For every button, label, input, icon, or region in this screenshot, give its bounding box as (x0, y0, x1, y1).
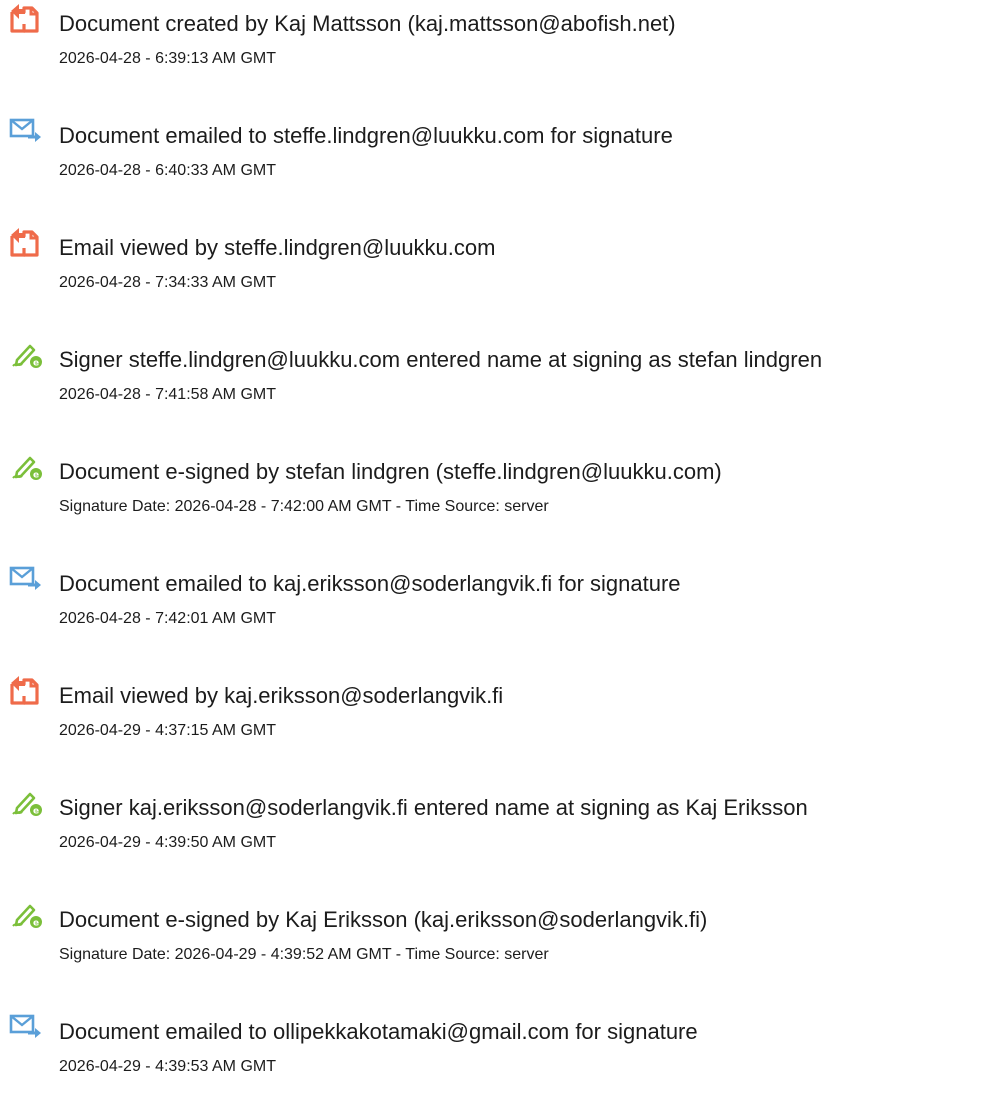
event-timestamp: 2026-04-28 - 7:34:33 AM GMT (59, 274, 276, 291)
event-timestamp: Signature Date: 2026-04-28 - 7:42:00 AM … (59, 498, 549, 515)
audit-event: e Document e-signed by stefan lindgren (… (0, 448, 983, 538)
audit-event: e Signer steffe.lindgren@luukku.com ente… (0, 336, 983, 426)
event-title: Document e-signed by stefan lindgren (st… (59, 459, 722, 484)
document-viewed-icon (8, 224, 44, 258)
event-title: Document emailed to steffe.lindgren@luuk… (59, 123, 673, 148)
esign-pen-icon: e (8, 448, 44, 482)
audit-event: Document created by Kaj Mattsson (kaj.ma… (0, 0, 983, 90)
svg-text:e: e (33, 919, 39, 929)
svg-text:e: e (33, 359, 39, 369)
esign-pen-icon: e (8, 896, 44, 930)
event-title: Signer kaj.eriksson@soderlangvik.fi ente… (59, 795, 808, 820)
event-timestamp: 2026-04-28 - 7:42:01 AM GMT (59, 610, 276, 627)
document-created-icon (8, 0, 44, 34)
event-timestamp: 2026-04-28 - 7:41:58 AM GMT (59, 386, 276, 403)
svg-text:e: e (33, 471, 39, 481)
event-title: Email viewed by steffe.lindgren@luukku.c… (59, 235, 496, 260)
event-title: Email viewed by kaj.eriksson@soderlangvi… (59, 683, 504, 708)
event-title: Document emailed to ollipekkakotamaki@gm… (59, 1019, 698, 1044)
audit-event: Email viewed by steffe.lindgren@luukku.c… (0, 224, 983, 314)
audit-trail: Document created by Kaj Mattsson (kaj.ma… (0, 0, 983, 1107)
document-emailed-icon (8, 1008, 44, 1042)
event-timestamp: 2026-04-29 - 4:37:15 AM GMT (59, 722, 276, 739)
document-emailed-icon (8, 112, 44, 146)
event-timestamp: Signature Date: 2026-04-29 - 4:39:52 AM … (59, 946, 549, 963)
svg-text:e: e (33, 807, 39, 817)
event-title: Document e-signed by Kaj Eriksson (kaj.e… (59, 907, 708, 932)
event-title: Document emailed to kaj.eriksson@soderla… (59, 571, 681, 596)
audit-event: Document emailed to ollipekkakotamaki@gm… (0, 1008, 983, 1098)
audit-event: e Signer kaj.eriksson@soderlangvik.fi en… (0, 784, 983, 874)
esign-pen-icon: e (8, 784, 44, 818)
event-title: Document created by Kaj Mattsson (kaj.ma… (59, 11, 676, 36)
event-timestamp: 2026-04-28 - 6:40:33 AM GMT (59, 162, 276, 179)
audit-event: e Document e-signed by Kaj Eriksson (kaj… (0, 896, 983, 986)
event-timestamp: 2026-04-28 - 6:39:13 AM GMT (59, 50, 276, 67)
event-timestamp: 2026-04-29 - 4:39:53 AM GMT (59, 1058, 276, 1075)
audit-event: Document emailed to steffe.lindgren@luuk… (0, 112, 983, 202)
audit-event: Document emailed to kaj.eriksson@soderla… (0, 560, 983, 650)
event-title: Signer steffe.lindgren@luukku.com entere… (59, 347, 823, 372)
audit-event: Email viewed by kaj.eriksson@soderlangvi… (0, 672, 983, 762)
document-emailed-icon (8, 560, 44, 594)
esign-pen-icon: e (8, 336, 44, 370)
document-viewed-icon (8, 672, 44, 706)
event-timestamp: 2026-04-29 - 4:39:50 AM GMT (59, 834, 276, 851)
